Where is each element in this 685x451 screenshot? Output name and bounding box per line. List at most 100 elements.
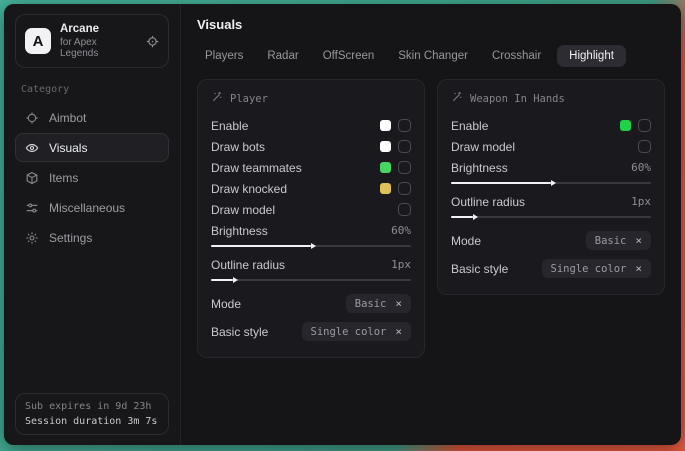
color-swatch[interactable] <box>380 183 391 194</box>
close-icon[interactable]: × <box>395 298 402 309</box>
setting-label: Draw bots <box>211 140 265 154</box>
slider-handle[interactable] <box>551 180 556 186</box>
sidebar-item-visuals[interactable]: Visuals <box>15 133 169 162</box>
setting-row-draw-bots: Draw bots <box>211 136 411 157</box>
setting-row-basic-style: Basic style Single color × <box>451 256 651 281</box>
setting-label: Brightness <box>451 161 508 175</box>
outline-radius-slider[interactable] <box>451 212 651 225</box>
setting-row-brightness: Brightness 60% <box>451 157 651 178</box>
setting-value: 60% <box>631 161 651 174</box>
player-panel: Player Enable Draw bots <box>197 79 425 358</box>
sidebar-item-settings[interactable]: Settings <box>15 223 169 252</box>
tab-offscreen[interactable]: OffScreen <box>315 45 383 67</box>
color-swatch[interactable] <box>620 120 631 131</box>
close-icon[interactable]: × <box>635 235 642 246</box>
tab-crosshair[interactable]: Crosshair <box>484 45 549 67</box>
subscription-card: Sub expires in 9d 23h Session duration 3… <box>15 393 169 435</box>
sidebar-item-label: Aimbot <box>49 111 86 125</box>
sidebar-item-miscellaneous[interactable]: Miscellaneous <box>15 193 169 222</box>
setting-label: Draw model <box>211 203 275 217</box>
setting-row-mode: Mode Basic × <box>451 228 651 253</box>
slider-handle[interactable] <box>473 214 478 220</box>
checkbox[interactable] <box>638 140 651 153</box>
tab-highlight[interactable]: Highlight <box>557 45 626 67</box>
sliders-icon <box>25 201 39 215</box>
tab-radar[interactable]: Radar <box>259 45 306 67</box>
setting-label: Draw model <box>451 140 515 154</box>
setting-label: Outline radius <box>211 258 285 272</box>
checkbox[interactable] <box>398 140 411 153</box>
weapon-in-hands-panel: Weapon In Hands Enable Draw model Bright… <box>437 79 665 295</box>
setting-row-basic-style: Basic style Single color × <box>211 319 411 344</box>
sidebar-item-label: Items <box>49 171 78 185</box>
brightness-slider[interactable] <box>451 178 651 191</box>
account-card: A Arcane for Apex Legends <box>15 14 169 68</box>
app-name: Arcane <box>60 23 137 35</box>
sidebar-item-label: Miscellaneous <box>49 201 125 215</box>
brightness-slider[interactable] <box>211 241 411 254</box>
setting-label: Mode <box>211 297 241 311</box>
main-content: Visuals Players Radar OffScreen Skin Cha… <box>181 4 681 445</box>
setting-label: Basic style <box>211 325 268 339</box>
basic-style-chip[interactable]: Single color × <box>542 259 651 278</box>
wand-icon <box>211 91 223 106</box>
checkbox[interactable] <box>398 182 411 195</box>
app-subtitle: for Apex Legends <box>60 37 137 59</box>
gear-icon <box>25 231 39 245</box>
tab-skin-changer[interactable]: Skin Changer <box>390 45 476 67</box>
setting-label: Brightness <box>211 224 268 238</box>
target-icon[interactable] <box>146 35 159 48</box>
color-swatch[interactable] <box>380 120 391 131</box>
checkbox[interactable] <box>398 161 411 174</box>
checkbox[interactable] <box>398 203 411 216</box>
setting-label: Enable <box>211 119 248 133</box>
checkbox[interactable] <box>398 119 411 132</box>
setting-label: Draw teammates <box>211 161 302 175</box>
eye-icon <box>25 141 39 155</box>
sidebar: A Arcane for Apex Legends Category Aimbo… <box>4 4 181 445</box>
setting-value: 1px <box>631 195 651 208</box>
chip-label: Single color <box>311 326 387 338</box>
app-window: A Arcane for Apex Legends Category Aimbo… <box>4 4 681 445</box>
setting-row-outline-radius: Outline radius 1px <box>451 191 651 212</box>
session-duration-text: Session duration 3m 7s <box>25 416 159 427</box>
close-icon[interactable]: × <box>395 326 402 337</box>
sub-expires-text: Sub expires in 9d 23h <box>25 401 159 412</box>
setting-label: Enable <box>451 119 488 133</box>
setting-row-enable: Enable <box>211 115 411 136</box>
sidebar-item-label: Settings <box>49 231 92 245</box>
slider-handle[interactable] <box>311 243 316 249</box>
sidebar-item-aimbot[interactable]: Aimbot <box>15 103 169 132</box>
page-title: Visuals <box>197 17 665 32</box>
chip-label: Basic <box>595 235 627 247</box>
setting-row-enable: Enable <box>451 115 651 136</box>
setting-label: Draw knocked <box>211 182 287 196</box>
sidebar-item-label: Visuals <box>49 141 87 155</box>
category-label: Category <box>21 84 163 95</box>
crosshair-icon <box>25 111 39 125</box>
checkbox[interactable] <box>638 119 651 132</box>
setting-row-draw-knocked: Draw knocked <box>211 178 411 199</box>
setting-row-draw-model: Draw model <box>211 199 411 220</box>
setting-row-brightness: Brightness 60% <box>211 220 411 241</box>
setting-label: Basic style <box>451 262 508 276</box>
wand-icon <box>451 91 463 106</box>
slider-handle[interactable] <box>233 277 238 283</box>
setting-value: 1px <box>391 258 411 271</box>
basic-style-chip[interactable]: Single color × <box>302 322 411 341</box>
mode-chip[interactable]: Basic × <box>346 294 411 313</box>
setting-row-outline-radius: Outline radius 1px <box>211 254 411 275</box>
sidebar-item-items[interactable]: Items <box>15 163 169 192</box>
color-swatch[interactable] <box>380 162 391 173</box>
close-icon[interactable]: × <box>635 263 642 274</box>
setting-label: Mode <box>451 234 481 248</box>
setting-row-draw-model: Draw model <box>451 136 651 157</box>
panel-title: Player <box>230 93 268 105</box>
setting-row-mode: Mode Basic × <box>211 291 411 316</box>
color-swatch[interactable] <box>380 141 391 152</box>
mode-chip[interactable]: Basic × <box>586 231 651 250</box>
app-logo: A <box>25 28 51 54</box>
tab-bar: Players Radar OffScreen Skin Changer Cro… <box>197 45 665 67</box>
outline-radius-slider[interactable] <box>211 275 411 288</box>
tab-players[interactable]: Players <box>197 45 251 67</box>
